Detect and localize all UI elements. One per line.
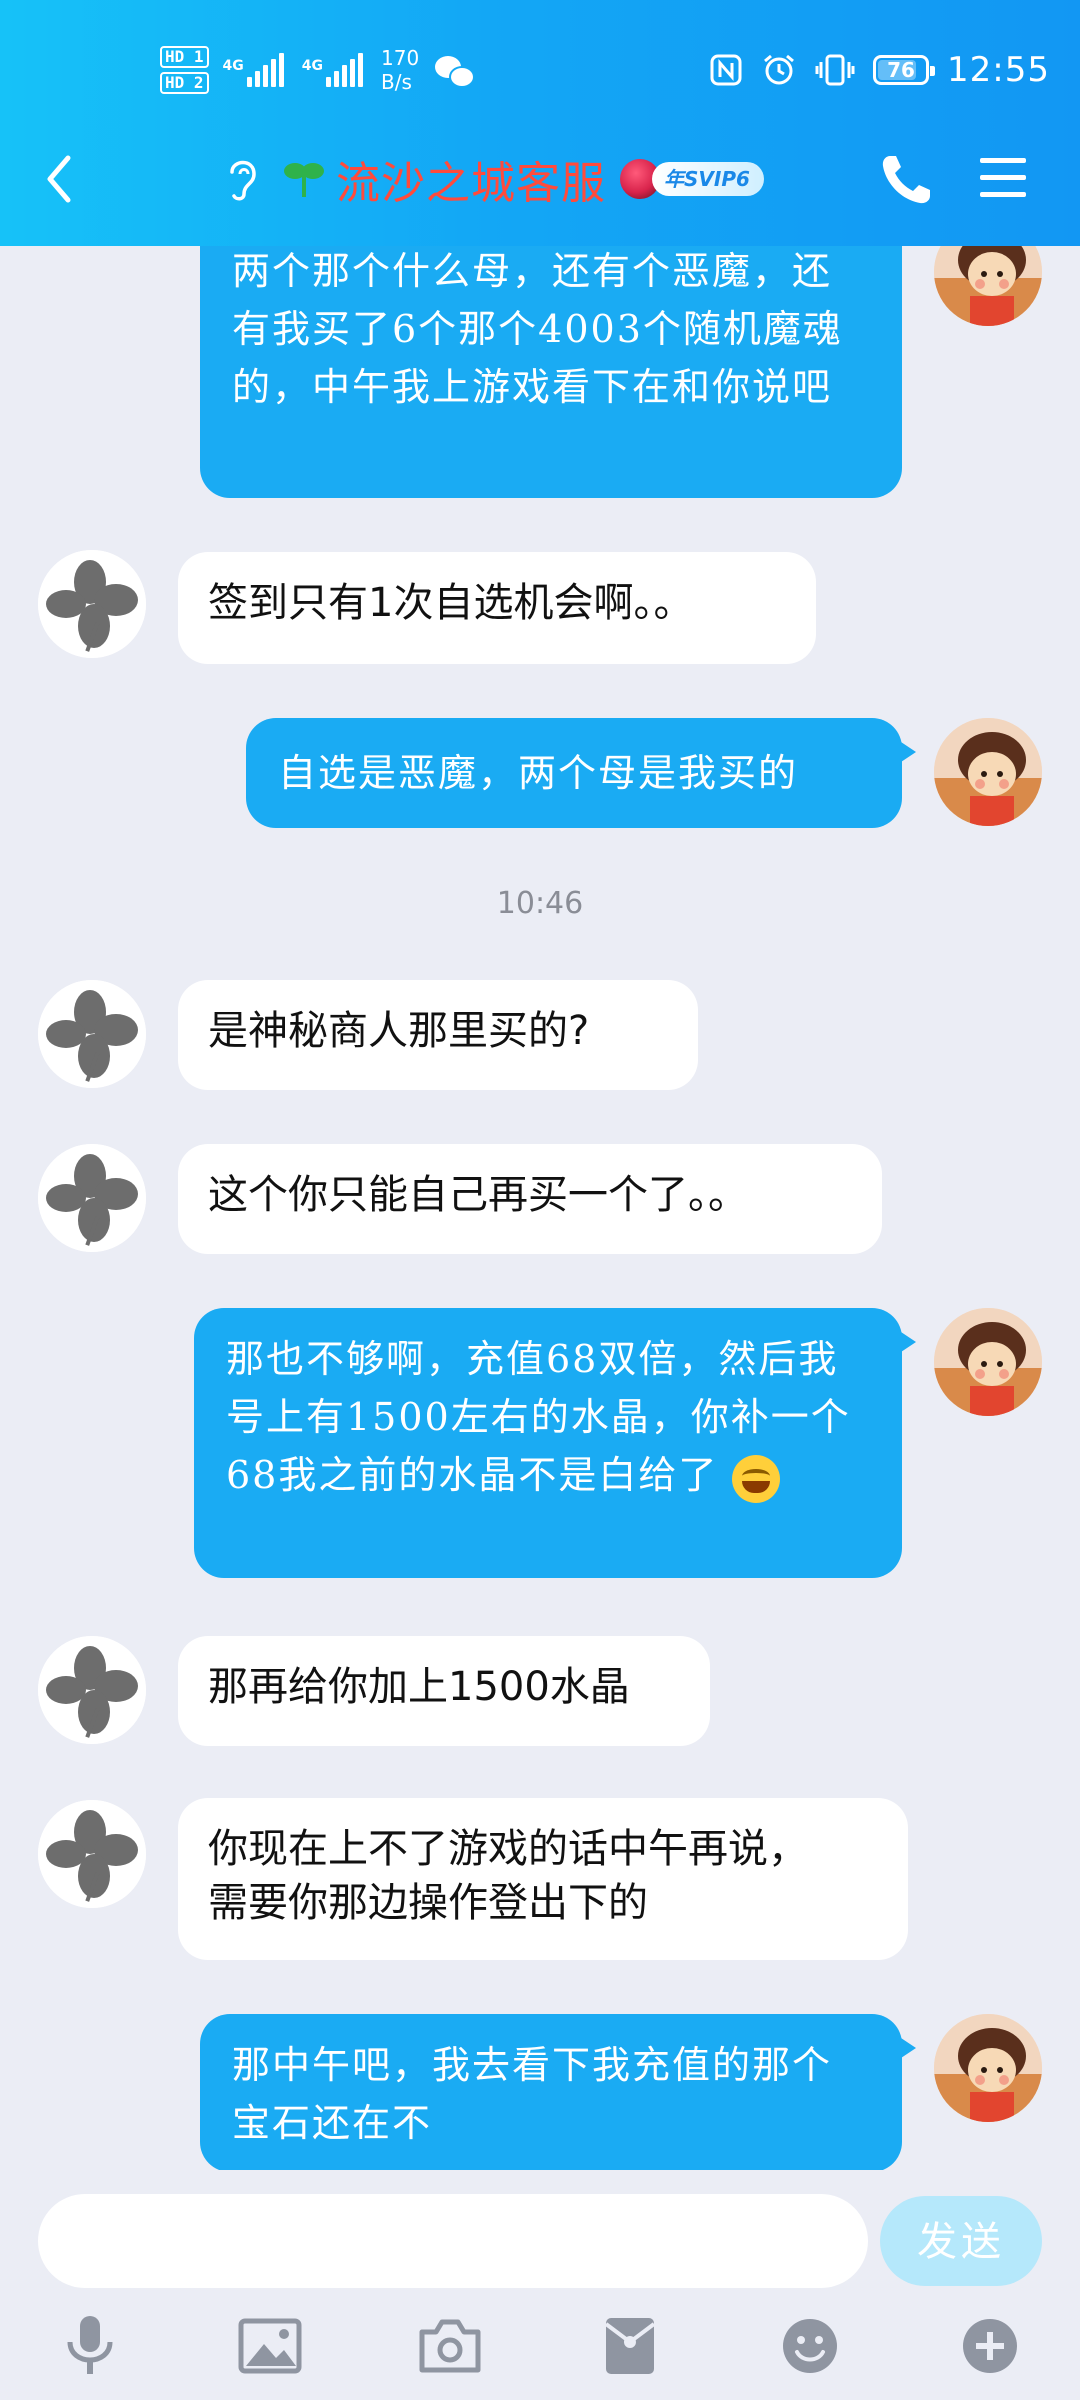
plus-icon[interactable] xyxy=(954,2310,1026,2382)
message-text: 你现在上不了游戏的话中午再说，需要你那边操作登出下的 xyxy=(208,1826,808,1926)
message-bubble-incoming[interactable]: 那再给你加上1500水晶 xyxy=(178,1636,710,1746)
alarm-icon xyxy=(764,54,794,85)
message-bubble-outgoing[interactable]: 自选是恶魔，两个母是我买的 xyxy=(246,718,916,828)
back-icon[interactable] xyxy=(38,152,84,206)
my-avatar[interactable] xyxy=(934,718,1042,826)
message-bubble-outgoing[interactable]: 那也不够啊，充值68双倍，然后我号上有1500左右的水晶，你补一个68我之前的水… xyxy=(194,1308,916,1578)
vibrate-icon xyxy=(815,54,855,86)
chat-area[interactable]: 两个那个什么母，还有个恶魔，还有我买了6个那个4003个随机魔魂的，中午我上游戏… xyxy=(0,0,1080,2170)
ear-icon[interactable] xyxy=(222,154,262,204)
phone-icon[interactable] xyxy=(876,150,936,210)
speed-unit: B/s xyxy=(381,70,412,94)
message-text: 签到只有1次自选机会啊。。 xyxy=(208,580,694,626)
network-type-1: 4G xyxy=(222,58,244,74)
contact-avatar[interactable] xyxy=(38,550,146,658)
clock: 12:55 xyxy=(947,50,1050,90)
signal-icon: 4G xyxy=(302,53,363,87)
status-bar-right: 76 12:55 xyxy=(709,38,1050,102)
menu-icon[interactable] xyxy=(978,154,1028,202)
image-icon[interactable] xyxy=(234,2310,306,2382)
signal-icon: 4G xyxy=(223,53,284,87)
battery-icon: 76 xyxy=(873,55,936,85)
message-text: 那再给你加上1500水晶 xyxy=(208,1664,630,1710)
bubble-tail xyxy=(898,1330,916,1354)
composer: 发送 xyxy=(0,2170,1080,2400)
send-button[interactable]: 发送 xyxy=(880,2196,1042,2286)
emoji-icon[interactable] xyxy=(774,2310,846,2382)
message-text: 那中午吧，我去看下我充值的那个宝石还在不 xyxy=(232,2043,833,2145)
microphone-icon[interactable] xyxy=(54,2310,126,2382)
network-speed: 170 B/s xyxy=(381,46,419,94)
message-text: 自选是恶魔，两个母是我买的 xyxy=(278,751,799,795)
bubble-tail xyxy=(898,740,916,764)
chat-header: HD 1 HD 2 4G 4G 170 B/s 76 12:55 流沙之城客服 … xyxy=(0,0,1080,246)
message-bubble-incoming[interactable]: 签到只有1次自选机会啊。。 xyxy=(178,552,816,664)
composer-toolbar xyxy=(0,2310,1080,2390)
battery-level: 76 xyxy=(887,58,915,82)
contact-avatar[interactable] xyxy=(38,980,146,1088)
network-type-2: 4G xyxy=(301,58,323,74)
chat-title[interactable]: 流沙之城客服 年SVIP6 xyxy=(222,148,764,210)
message-text: 是神秘商人那里买的? xyxy=(208,1008,590,1054)
hd-indicators: HD 1 HD 2 xyxy=(160,46,209,94)
svip-badge[interactable]: 年SVIP6 xyxy=(620,159,764,199)
bubble-tail xyxy=(898,2036,916,2060)
laugh-cry-emoji xyxy=(732,1454,781,1503)
message-bubble-incoming[interactable]: 你现在上不了游戏的话中午再说，需要你那边操作登出下的 xyxy=(178,1798,908,1960)
hd2-badge: HD 2 xyxy=(160,72,209,94)
my-avatar[interactable] xyxy=(934,2014,1042,2122)
vip-label: 年SVIP6 xyxy=(652,162,764,196)
status-bar-left: HD 1 HD 2 4G 4G 170 B/s xyxy=(160,38,476,102)
contact-name: 流沙之城客服 xyxy=(336,158,606,209)
contact-avatar[interactable] xyxy=(38,1800,146,1908)
speed-value: 170 xyxy=(381,46,420,70)
message-bubble-incoming[interactable]: 这个你只能自己再买一个了。。 xyxy=(178,1144,882,1254)
message-input[interactable] xyxy=(38,2194,868,2288)
red-packet-icon[interactable] xyxy=(594,2310,666,2382)
sprout-icon xyxy=(284,163,324,197)
wechat-icon xyxy=(435,54,476,88)
hd1-badge: HD 1 xyxy=(160,46,209,68)
message-bubble-outgoing[interactable]: 那中午吧，我去看下我充值的那个宝石还在不 xyxy=(200,2014,916,2170)
message-timestamp: 10:46 xyxy=(496,886,584,921)
message-bubble-incoming[interactable]: 是神秘商人那里买的? xyxy=(178,980,698,1090)
message-text: 这个你只能自己再买一个了。。 xyxy=(208,1172,748,1218)
camera-icon[interactable] xyxy=(414,2310,486,2382)
contact-avatar[interactable] xyxy=(38,1144,146,1252)
contact-avatar[interactable] xyxy=(38,1636,146,1744)
message-text: 两个那个什么母，还有个恶魔，还有我买了6个那个4003个随机魔魂的，中午我上游戏… xyxy=(232,249,843,409)
nfc-icon xyxy=(710,54,742,86)
my-avatar[interactable] xyxy=(934,1308,1042,1416)
